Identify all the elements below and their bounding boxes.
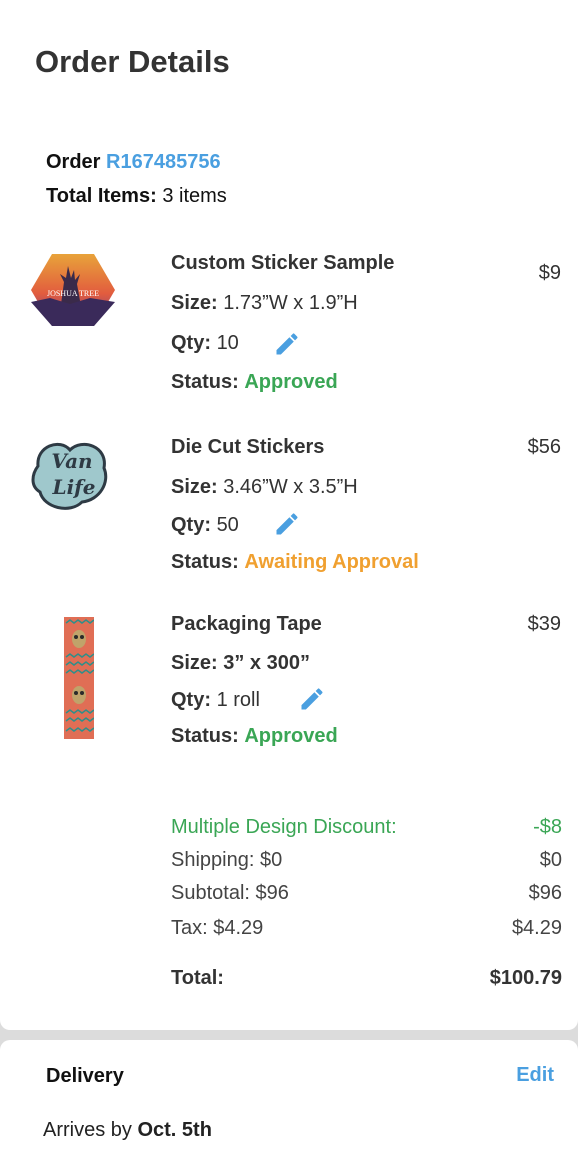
- tax-label: Tax: $4.29: [171, 917, 264, 939]
- item-price: $56: [527, 436, 561, 458]
- discount-row: Multiple Design Discount: -$8: [171, 816, 562, 839]
- item-price: $9: [538, 262, 561, 284]
- subtotal-value: $96: [528, 882, 562, 904]
- item-size: Size: 3” x 300”: [171, 652, 310, 674]
- total-items-value: 3 items: [162, 185, 227, 207]
- total-label: Total:: [171, 967, 224, 989]
- item-price: $39: [527, 613, 561, 635]
- total-row: Total: $100.79: [171, 967, 562, 990]
- arrival-date-line: Arrives by Oct. 5th: [43, 1119, 212, 1142]
- status-badge: Awaiting Approval: [244, 551, 419, 573]
- svg-text:Life: Life: [52, 475, 96, 499]
- item-qty: Qty: 10: [171, 332, 239, 354]
- page-title: Order Details: [35, 44, 230, 79]
- edit-pencil-icon[interactable]: [273, 330, 301, 358]
- shipping-row: Shipping: $0 $0: [171, 849, 562, 872]
- edit-pencil-icon[interactable]: [298, 685, 326, 713]
- tax-row: Tax: $4.29 $4.29: [171, 917, 562, 940]
- sticker-thumbnail-image: JOSHUA TREE: [31, 254, 115, 326]
- status-badge: Approved: [244, 725, 338, 747]
- shipping-label: Shipping: $0: [171, 849, 283, 871]
- edit-pencil-icon[interactable]: [273, 510, 301, 538]
- subtotal-label: Subtotal: $96: [171, 882, 289, 904]
- total-items-label: Total Items:: [46, 185, 157, 207]
- total-items-line: Total Items: 3 items: [46, 185, 227, 208]
- item-qty: Qty: 50: [171, 514, 239, 536]
- svg-text:JOSHUA TREE: JOSHUA TREE: [47, 289, 99, 298]
- tax-value: $4.29: [511, 917, 562, 939]
- shipping-value: $0: [539, 849, 562, 871]
- item-size: Size: 1.73”W x 1.9”H: [171, 292, 358, 314]
- order-number-line: Order R167485756: [46, 151, 221, 174]
- total-value: $100.79: [489, 967, 562, 989]
- edit-delivery-link[interactable]: Edit: [516, 1064, 554, 1087]
- order-details-card: Order Details Order R167485756 Total Ite…: [0, 0, 578, 1030]
- discount-value: -$8: [533, 816, 562, 838]
- item-name: Packaging Tape: [171, 613, 322, 635]
- order-number-link[interactable]: R167485756: [106, 151, 221, 173]
- item-size: Size: 3.46”W x 3.5”H: [171, 476, 358, 498]
- delivery-title: Delivery: [46, 1065, 124, 1087]
- item-status: Status: Awaiting Approval: [171, 551, 419, 573]
- arrives-prefix: Arrives by: [43, 1119, 132, 1141]
- item-status: Status: Approved: [171, 725, 338, 747]
- svg-text:Van: Van: [51, 449, 92, 473]
- discount-label: Multiple Design Discount:: [171, 816, 397, 838]
- status-badge: Approved: [244, 371, 338, 393]
- order-label: Order: [46, 151, 101, 173]
- subtotal-row: Subtotal: $96 $96: [171, 882, 562, 905]
- item-status: Status: Approved: [171, 371, 338, 393]
- item-name: Die Cut Stickers: [171, 436, 325, 458]
- item-name: Custom Sticker Sample: [171, 252, 395, 274]
- sticker-thumbnail-image: Van Life: [31, 442, 108, 510]
- item-qty: Qty: 1 roll: [171, 689, 260, 711]
- arrival-date: Oct. 5th: [137, 1119, 212, 1141]
- tape-thumbnail-image: [64, 617, 94, 739]
